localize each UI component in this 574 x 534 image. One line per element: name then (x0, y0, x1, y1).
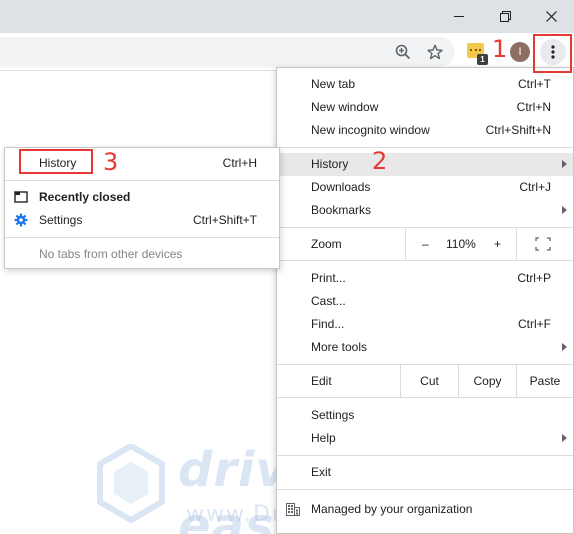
submenu-arrow-icon (562, 206, 567, 214)
managed-by-organization[interactable]: Managed by your organization (277, 498, 573, 521)
zoom-in-button[interactable]: + (494, 237, 501, 251)
menu-item-more-tools[interactable]: More tools (277, 336, 573, 359)
annotation-box-menu (533, 34, 572, 73)
submenu-item-shortcut: Ctrl+H (222, 156, 257, 170)
menu-item-shortcut: Ctrl+N (516, 100, 551, 114)
menu-item-label: Print... (311, 271, 346, 285)
toolbar: 1 I (0, 33, 574, 71)
submenu-item-label: Settings (39, 213, 83, 227)
menu-item-label: History (311, 157, 349, 171)
menu-item-find[interactable]: Find... Ctrl+F (277, 313, 573, 336)
no-tabs-label: No tabs from other devices (39, 247, 183, 261)
menu-separator (5, 237, 279, 238)
annotation-step-1: 1 (492, 35, 508, 63)
menu-item-label: More tools (311, 340, 368, 354)
menu-separator (277, 397, 573, 398)
menu-item-label: Exit (311, 465, 332, 479)
extension-badge: 1 (477, 54, 488, 65)
cut-button[interactable]: Cut (400, 365, 458, 397)
menu-item-label: Help (311, 431, 336, 445)
menu-item-new-tab[interactable]: New tab Ctrl+T (277, 73, 573, 96)
menu-item-label: Bookmarks (311, 203, 372, 217)
menu-item-history[interactable]: History (277, 153, 573, 176)
star-icon (427, 44, 443, 60)
driver-easy-logo (97, 444, 165, 524)
menu-item-label: New window (311, 100, 379, 114)
zoom-controls: – 110% + (405, 228, 517, 260)
menu-item-label: New tab (311, 77, 356, 91)
avatar[interactable]: I (510, 42, 530, 62)
annotation-box-history (19, 149, 93, 174)
menu-separator (277, 260, 573, 261)
restore-button[interactable] (482, 0, 528, 33)
chrome-main-menu: New tab Ctrl+T New window Ctrl+N New inc… (276, 67, 574, 534)
menu-item-settings[interactable]: Settings (277, 404, 573, 427)
edit-row: Edit Cut Copy Paste (277, 365, 573, 397)
address-bar[interactable] (0, 37, 455, 67)
close-icon (545, 11, 557, 22)
menu-item-print[interactable]: Print... Ctrl+P (277, 267, 573, 290)
menu-item-exit[interactable]: Exit (277, 461, 573, 484)
menu-item-label: Settings (311, 408, 355, 422)
recently-closed-label: Recently closed (39, 190, 131, 204)
building-icon (286, 503, 300, 516)
menu-item-new-window[interactable]: New window Ctrl+N (277, 96, 573, 119)
edit-label: Edit (311, 374, 332, 388)
zoom-indicator-button[interactable] (393, 42, 413, 62)
title-bar (0, 0, 574, 33)
submenu-item-shortcut: Ctrl+Shift+T (192, 213, 257, 227)
maximize-icon (499, 11, 511, 22)
menu-item-shortcut: Ctrl+Shift+N (485, 123, 551, 137)
zoom-icon (395, 44, 411, 60)
minimize-button[interactable] (436, 0, 482, 33)
chrome-window: 1 I driver easy www.DriverEasy.com New t… (0, 0, 574, 534)
tab-icon (14, 191, 28, 203)
managed-label: Managed by your organization (311, 502, 473, 516)
zoom-label: Zoom (311, 237, 342, 251)
menu-separator (5, 180, 279, 181)
gear-icon (14, 213, 28, 227)
menu-item-bookmarks[interactable]: Bookmarks (277, 199, 573, 222)
menu-item-shortcut: Ctrl+J (519, 180, 551, 194)
zoom-out-button[interactable]: – (422, 237, 429, 251)
minimize-icon (453, 16, 464, 17)
menu-item-downloads[interactable]: Downloads Ctrl+J (277, 176, 573, 199)
bookmark-star-button[interactable] (425, 42, 445, 62)
copy-button[interactable]: Copy (458, 365, 516, 397)
menu-item-help[interactable]: Help (277, 427, 573, 450)
menu-separator (277, 489, 573, 490)
menu-item-shortcut: Ctrl+T (518, 77, 551, 91)
annotation-step-2: 2 (372, 147, 388, 175)
submenu-arrow-icon (562, 343, 567, 351)
menu-item-shortcut: Ctrl+F (518, 317, 551, 331)
menu-item-new-incognito-window[interactable]: New incognito window Ctrl+Shift+N (277, 119, 573, 142)
annotation-step-3: 3 (103, 148, 119, 176)
zoom-level: 110% (446, 237, 476, 251)
no-tabs-message: No tabs from other devices (5, 243, 279, 266)
fullscreen-icon[interactable] (535, 237, 551, 251)
close-button[interactable] (528, 0, 574, 33)
zoom-row: Zoom – 110% + (277, 228, 573, 260)
menu-item-label: Downloads (311, 180, 371, 194)
menu-item-label: New incognito window (311, 123, 430, 137)
menu-item-label: Cast... (311, 294, 346, 308)
submenu-arrow-icon (562, 434, 567, 442)
submenu-arrow-icon (562, 160, 567, 168)
recently-closed-header: Recently closed (5, 186, 279, 209)
submenu-item-settings[interactable]: Settings Ctrl+Shift+T (5, 209, 279, 232)
menu-item-shortcut: Ctrl+P (517, 271, 551, 285)
menu-separator (277, 455, 573, 456)
menu-separator (277, 147, 573, 148)
menu-item-label: Find... (311, 317, 345, 331)
menu-item-cast[interactable]: Cast... (277, 290, 573, 313)
paste-button[interactable]: Paste (516, 365, 573, 397)
